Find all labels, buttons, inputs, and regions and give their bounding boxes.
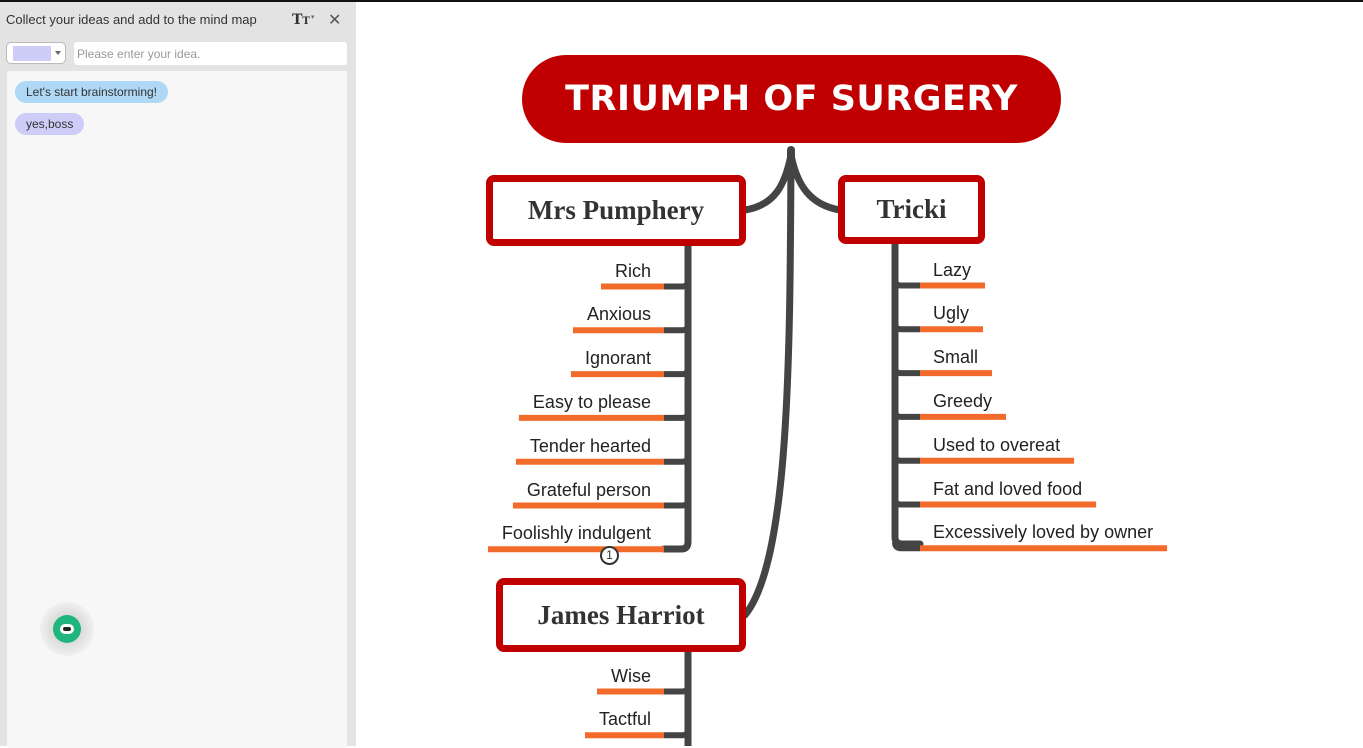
leaf-topic[interactable]: Tender hearted: [530, 436, 651, 457]
leaf-connector: [892, 454, 920, 464]
leaf-connector: [664, 324, 691, 334]
leaf-connector: [664, 367, 691, 378]
leaf-connector: [892, 279, 920, 289]
leaf-topic[interactable]: Tactful: [599, 709, 651, 730]
leaf-connector: [664, 499, 691, 509]
root-topic[interactable]: TRIUMPH OF SURGERY: [522, 55, 1061, 143]
leaf-connector: [664, 729, 691, 739]
leaf-connector: [664, 455, 691, 465]
leaf-connector: [892, 410, 920, 420]
leaf-topic[interactable]: Greedy: [933, 391, 992, 412]
leaf-topic[interactable]: Ugly: [933, 303, 969, 324]
leaf-connector: [664, 280, 691, 290]
leaf-connector: [892, 323, 920, 333]
leaf-connector: [664, 411, 691, 421]
leaf-topic[interactable]: Ignorant: [585, 348, 651, 369]
connector-root-tricki: [787, 151, 844, 214]
leaf-topic[interactable]: Foolishly indulgent: [502, 523, 651, 544]
topic-james-harriot[interactable]: James Harriot: [496, 578, 746, 652]
topic-mrs-pumphery[interactable]: Mrs Pumphery: [486, 175, 746, 246]
leaf-topic[interactable]: Small: [933, 347, 978, 368]
leaf-topic[interactable]: Rich: [615, 261, 651, 282]
leaf-connector: [664, 685, 691, 695]
leaf-topic[interactable]: Fat and loved food: [933, 479, 1082, 500]
leaf-connector: [892, 366, 920, 377]
leaf-topic[interactable]: Wise: [611, 666, 651, 687]
leaf-topic[interactable]: Grateful person: [527, 480, 651, 501]
connector-root-james-harriot: [741, 151, 795, 619]
leaf-topic[interactable]: Excessively loved by owner: [933, 522, 1153, 543]
leaf-topic[interactable]: Easy to please: [533, 392, 651, 413]
leaf-topic[interactable]: Used to overeat: [933, 435, 1060, 456]
leaf-connector: [892, 498, 920, 508]
leaf-topic[interactable]: Lazy: [933, 260, 971, 281]
connector-root-mrs-pumphery: [741, 151, 795, 214]
leaf-topic[interactable]: Anxious: [587, 304, 651, 325]
collapsed-count-badge[interactable]: 1: [600, 546, 619, 565]
topic-tricki[interactable]: Tricki: [838, 175, 985, 244]
